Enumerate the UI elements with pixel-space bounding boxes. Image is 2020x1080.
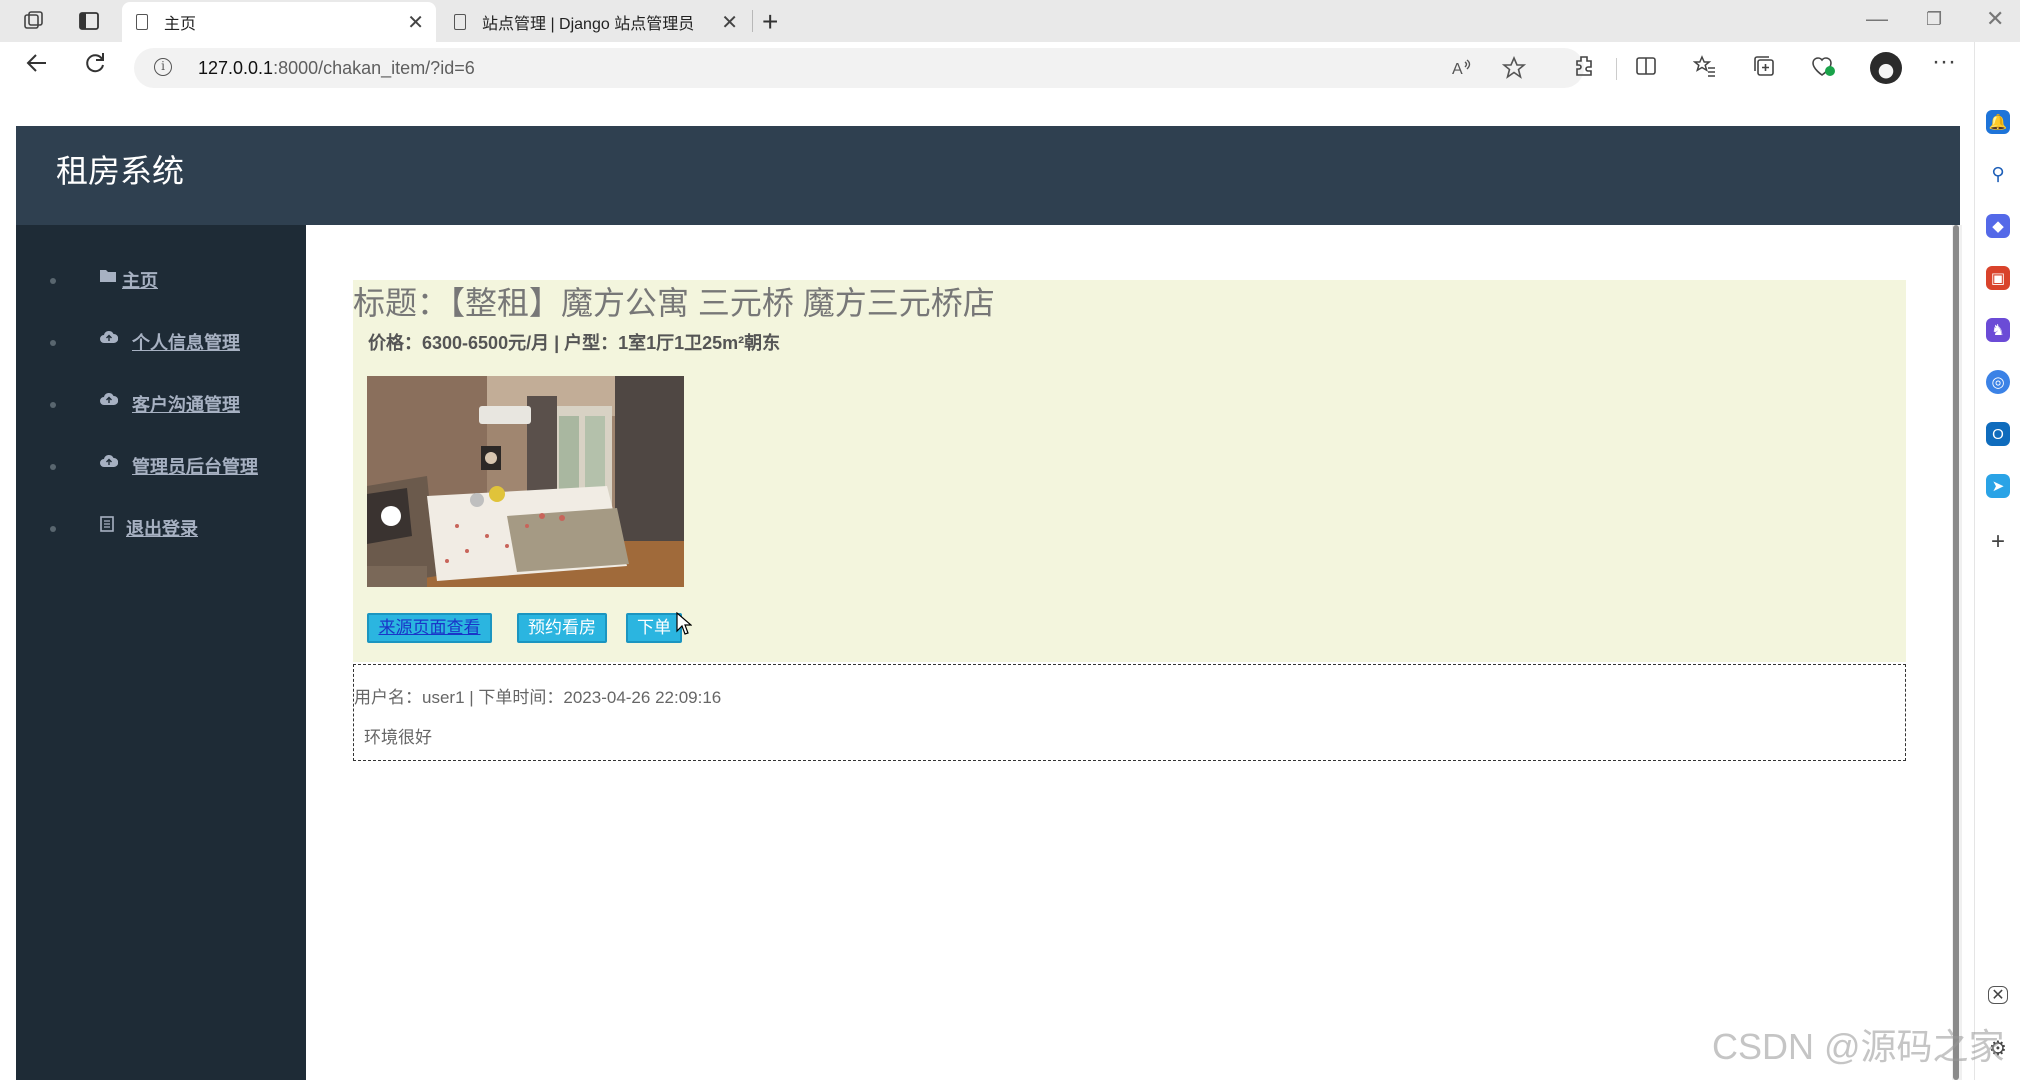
read-aloud-icon[interactable]: A	[1450, 56, 1474, 86]
book-viewing-button[interactable]: 预约看房	[517, 613, 607, 643]
toolbar-separator	[1616, 58, 1617, 80]
site-brand[interactable]: 租房系统	[56, 146, 184, 192]
menu-label[interactable]: 个人信息管理	[132, 329, 240, 355]
minimize-icon[interactable]: —	[1866, 6, 1888, 32]
add-icon[interactable]: +	[1986, 528, 2010, 555]
collections-icon[interactable]	[1752, 54, 1776, 84]
menu-item-profile[interactable]: 个人信息管理	[16, 323, 306, 363]
restore-icon[interactable]: ❐	[1926, 9, 1942, 30]
split-screen-icon[interactable]	[1634, 54, 1658, 84]
cloud-upload-icon	[100, 454, 119, 473]
menu-bullet	[50, 526, 56, 532]
send-icon[interactable]: ➤	[1986, 474, 2010, 498]
folder-icon	[100, 268, 116, 287]
menu-label[interactable]: 退出登录	[126, 515, 198, 541]
address-bar[interactable]: i 127.0.0.1:8000/chakan_item/?id=6 A	[134, 48, 1584, 88]
tab-home[interactable]: 主页 ✕	[122, 2, 436, 42]
profile-avatar[interactable]	[1870, 52, 1902, 84]
room-photo	[367, 376, 684, 587]
svg-text:A: A	[1452, 61, 1463, 78]
menu-bullet	[50, 464, 56, 470]
review-meta: 用户名：user1 | 下单时间：2023-04-26 22:09:16	[354, 688, 722, 707]
back-icon[interactable]	[24, 50, 50, 83]
document-icon	[100, 516, 114, 537]
browser-toolbar: i 127.0.0.1:8000/chakan_item/?id=6 A ···	[0, 42, 2020, 94]
listing-meta: 价格：6300-6500元/月 | 户型：1室1厅1卫25m²朝东	[368, 333, 781, 353]
menu-bullet	[50, 402, 56, 408]
new-tab-icon[interactable]: +	[762, 6, 778, 38]
bell-icon[interactable]: 🔔	[1986, 110, 2010, 134]
extensions-icon[interactable]	[1572, 54, 1596, 84]
tab-separator	[752, 10, 753, 32]
games-icon[interactable]: ♞	[1986, 318, 2010, 342]
tab-actions-icon[interactable]	[75, 8, 103, 34]
tab-django-admin[interactable]: 站点管理 | Django 站点管理员 ✕	[440, 2, 750, 42]
menu-bullet	[50, 278, 56, 284]
url-text[interactable]: 127.0.0.1:8000/chakan_item/?id=6	[198, 58, 475, 79]
browser-tab-strip: 主页 ✕ 站点管理 | Django 站点管理员 ✕ + — ❐ ✕	[0, 0, 2020, 42]
menu-item-customer-communication[interactable]: 客户沟通管理	[16, 385, 306, 425]
menu-item-admin-backend[interactable]: 管理员后台管理	[16, 447, 306, 487]
close-icon[interactable]: ✕	[407, 10, 424, 35]
menu-bullet	[50, 340, 56, 346]
cloud-upload-icon	[100, 330, 119, 349]
tab-title: 主页	[164, 16, 197, 33]
watermark: CSDN @源码之家	[1712, 1026, 2005, 1067]
favorites-icon[interactable]	[1692, 54, 1717, 84]
app-header: 租房系统	[16, 126, 1960, 225]
page-icon	[454, 14, 466, 30]
screenshot-icon[interactable]: ✕	[1988, 986, 2008, 1004]
review-box: 用户名：user1 | 下单时间：2023-04-26 22:09:16 环境很…	[353, 664, 1906, 761]
close-icon[interactable]: ✕	[721, 10, 738, 35]
menu-label[interactable]: 管理员后台管理	[132, 453, 258, 479]
tag-icon[interactable]: ◆	[1986, 214, 2010, 238]
menu-label[interactable]: 主页	[122, 267, 158, 293]
edge-sidebar: 🔔 ⚲ ◆ ▣ ♞ ◎ O ➤ + ✕ ⚙	[1974, 42, 2020, 1080]
favorite-star-icon[interactable]	[1501, 55, 1527, 86]
listing-title: 标题：【整租】魔方公寓 三元桥 魔方三元桥店	[353, 285, 995, 321]
menu-item-home[interactable]: 主页	[16, 261, 306, 301]
toolbox-icon[interactable]: ▣	[1986, 266, 2010, 290]
refresh-icon[interactable]	[82, 50, 108, 83]
workspaces-icon[interactable]	[20, 8, 48, 34]
cloud-upload-icon	[100, 392, 119, 411]
mouse-cursor-icon	[676, 611, 693, 641]
close-window-icon[interactable]: ✕	[1986, 6, 2004, 32]
outlook-icon[interactable]: O	[1986, 422, 2010, 446]
browser-essentials-icon[interactable]	[1810, 54, 1836, 84]
more-icon[interactable]: ···	[1932, 48, 1956, 76]
view-source-page-button[interactable]: 来源页面查看	[367, 613, 492, 643]
app-sidebar: 主页 个人信息管理 客户沟通管理 管理员后台管理 退出登录	[16, 225, 306, 1080]
page-scrollbar-thumb[interactable]	[1953, 225, 1959, 1080]
office-icon[interactable]: ◎	[1986, 370, 2010, 394]
place-order-button[interactable]: 下单	[626, 613, 682, 643]
search-icon[interactable]: ⚲	[1986, 162, 2010, 186]
info-icon[interactable]: i	[154, 58, 172, 76]
tab-title: 站点管理 | Django 站点管理员	[482, 16, 695, 33]
menu-label[interactable]: 客户沟通管理	[132, 391, 240, 417]
page-icon	[136, 14, 148, 30]
menu-item-logout[interactable]: 退出登录	[16, 509, 306, 549]
review-comment: 环境很好	[364, 728, 432, 747]
